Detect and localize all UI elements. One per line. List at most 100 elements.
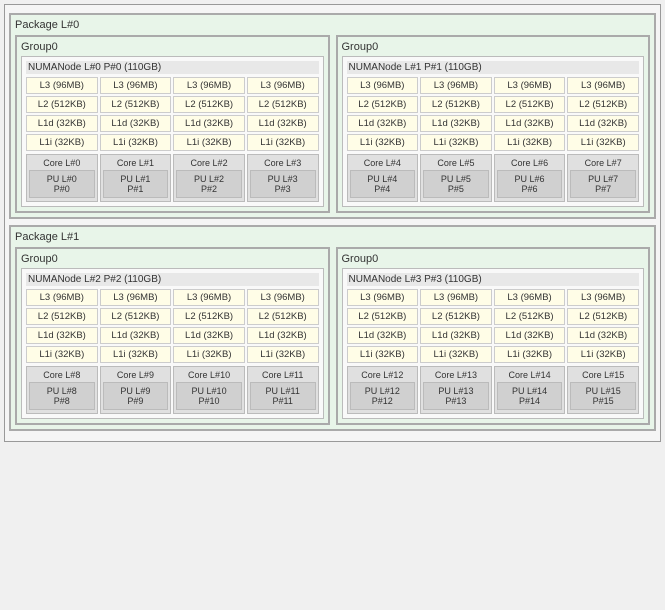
cache-cell-0-1-0-0: L3 (96MB)	[347, 77, 419, 94]
group-0-0: Group0 NUMANode L#0 P#0 (110GB)L3 (96MB)L…	[15, 35, 330, 213]
cache-cell-0-1-0-1: L3 (96MB)	[420, 77, 492, 94]
cache-cell-1-1-2-3: L1d (32KB)	[567, 327, 639, 344]
cache-cell-1-1-1-0: L2 (512KB)	[347, 308, 419, 325]
numa-title-1-0: NUMANode L#2 P#2 (110GB)	[26, 273, 319, 286]
pu-cell-0-0-1: PU L#1 P#1	[103, 170, 169, 198]
cache-cell-1-0-0-1: L3 (96MB)	[100, 289, 172, 306]
pu-cell-0-0-0: PU L#0 P#0	[29, 170, 95, 198]
group-title-0-0: Group0	[21, 41, 324, 53]
cache-cell-0-0-1-2: L2 (512KB)	[173, 96, 245, 113]
numa-node-1-1: NUMANode L#3 P#3 (110GB) L3 (96MB) L3 (96M…	[342, 268, 645, 419]
cache-cell-0-1-1-1: L2 (512KB)	[420, 96, 492, 113]
pu-cell-1-0-2: PU L#10 P#10	[176, 382, 242, 410]
cache-row-1-0-2: L1d (32KB)L1d (32KB)L1d (32KB)L1d (32KB)	[26, 327, 319, 344]
cache-cell-1-0-2-1: L1d (32KB)	[100, 327, 172, 344]
core-block-0-0-2: Core L#2PU L#2 P#2	[173, 154, 245, 202]
pu-cell-0-1-1: PU L#5 P#5	[423, 170, 489, 198]
numa-title-0-1: NUMANode L#1 P#1 (110GB)	[347, 61, 640, 74]
cache-cell-1-0-0-3: L3 (96MB)	[247, 289, 319, 306]
cache-cell-0-0-0-0: L3 (96MB)	[26, 77, 98, 94]
cache-cell-0-0-2-0: L1d (32KB)	[26, 115, 98, 132]
cache-cell-0-1-3-0: L1i (32KB)	[347, 134, 419, 151]
cache-cell-0-1-1-2: L2 (512KB)	[494, 96, 566, 113]
cache-cell-1-0-3-3: L1i (32KB)	[247, 346, 319, 363]
core-block-1-0-3: Core L#11 PU L#11 P#11	[247, 366, 319, 414]
core-block-0-0-3: Core L#3 PU L#3 P#3	[247, 154, 319, 202]
pu-cell-1-1-0: PU L#12 P#12	[350, 382, 416, 410]
cache-cell-1-0-1-1: L2 (512KB)	[100, 308, 172, 325]
cache-row-1-0-1: L2 (512KB)L2 (512KB)L2 (512KB)L2 (512KB)	[26, 308, 319, 325]
cache-cell-0-1-3-3: L1i (32KB)	[567, 134, 639, 151]
group-1-1: Group0NUMANode L#3 P#3 (110GB)L3 (96MB)L…	[336, 247, 651, 425]
pu-cell-0-1-0: PU L#4 P#4	[350, 170, 416, 198]
cache-cell-1-1-3-0: L1i (32KB)	[347, 346, 419, 363]
core-block-1-0-2: Core L#10PU L#10 P#10	[173, 366, 245, 414]
core-title-0-0-3: Core L#3	[250, 158, 316, 168]
cache-cell-1-1-1-2: L2 (512KB)	[494, 308, 566, 325]
group-1-0: Group0NUMANode L#2 P#2 (110GB)L3 (96MB)L…	[15, 247, 330, 425]
group-0-1: Group0NUMANode L#1 P#1 (110GB)L3 (96MB)L…	[336, 35, 651, 213]
groups-row-0: Group0 NUMANode L#0 P#0 (110GB)L3 (96MB)L…	[15, 35, 650, 213]
cache-cell-1-1-3-1: L1i (32KB)	[420, 346, 492, 363]
core-title-1-0-1: Core L#9	[103, 370, 169, 380]
cache-cell-0-1-2-3: L1d (32KB)	[567, 115, 639, 132]
group-title-0-1: Group0	[342, 41, 645, 53]
cores-row-0-1: Core L#4PU L#4 P#4Core L#5PU L#5 P#5Core…	[347, 154, 640, 202]
core-block-0-0-1: Core L#1 PU L#1 P#1	[100, 154, 172, 202]
cache-cell-1-0-1-0: L2 (512KB)	[26, 308, 98, 325]
core-block-1-0-1: Core L#9 PU L#9 P#9	[100, 366, 172, 414]
core-title-1-1-0: Core L#12	[350, 370, 416, 380]
pu-cell-1-0-3: PU L#11 P#11	[250, 382, 316, 410]
cache-cell-1-0-0-0: L3 (96MB)	[26, 289, 98, 306]
numa-node-1-0: NUMANode L#2 P#2 (110GB)L3 (96MB)L3 (96M…	[21, 268, 324, 419]
core-title-0-1-0: Core L#4	[350, 158, 416, 168]
core-block-0-0-0: Core L#0PU L#0 P#0	[26, 154, 98, 202]
cache-cell-1-0-3-1: L1i (32KB)	[100, 346, 172, 363]
cache-cell-1-0-3-0: L1i (32KB)	[26, 346, 98, 363]
cores-row-1-1: Core L#12PU L#12 P#12Core L#13PU L#13 P#…	[347, 366, 640, 414]
cache-row-0-0-0: L3 (96MB)L3 (96MB)L3 (96MB)L3 (96MB)	[26, 77, 319, 94]
numa-node-0-0: NUMANode L#0 P#0 (110GB)L3 (96MB)L3 (96M…	[21, 56, 324, 207]
core-block-0-1-2: Core L#6PU L#6 P#6	[494, 154, 566, 202]
core-block-1-0-0: Core L#8 PU L#8 P#8	[26, 366, 98, 414]
cache-cell-1-1-0-2: L3 (96MB)	[494, 289, 566, 306]
core-block-0-1-1: Core L#5PU L#5 P#5	[420, 154, 492, 202]
cache-cell-0-0-2-1: L1d (32KB)	[100, 115, 172, 132]
cache-cell-0-1-1-0: L2 (512KB)	[347, 96, 419, 113]
cache-row-1-0-0: L3 (96MB)L3 (96MB)L3 (96MB)L3 (96MB)	[26, 289, 319, 306]
pu-cell-1-0-0: PU L#8 P#8	[29, 382, 95, 410]
core-title-1-0-3: Core L#11	[250, 370, 316, 380]
core-title-1-1-1: Core L#13	[423, 370, 489, 380]
cache-cell-1-1-2-0: L1d (32KB)	[347, 327, 419, 344]
core-block-0-1-0: Core L#4 PU L#4 P#4	[347, 154, 419, 202]
core-title-1-1-2: Core L#14	[497, 370, 563, 380]
cache-row-0-0-1: L2 (512KB)L2 (512KB)L2 (512KB)L2 (512KB)	[26, 96, 319, 113]
cache-cell-1-1-0-0: L3 (96MB)	[347, 289, 419, 306]
cache-row-0-1-1: L2 (512KB)L2 (512KB)L2 (512KB)L2 (512KB)	[347, 96, 640, 113]
cache-cell-0-1-2-0: L1d (32KB)	[347, 115, 419, 132]
cache-cell-0-0-1-1: L2 (512KB)	[100, 96, 172, 113]
cache-cell-0-0-1-3: L2 (512KB)	[247, 96, 319, 113]
cache-row-0-1-3: L1i (32KB)L1i (32KB)L1i (32KB)L1i (32KB)	[347, 134, 640, 151]
numa-title-1-1: NUMANode L#3 P#3 (110GB)	[347, 273, 640, 286]
cache-cell-1-1-3-2: L1i (32KB)	[494, 346, 566, 363]
pu-cell-1-0-1: PU L#9 P#9	[103, 382, 169, 410]
cache-cell-1-1-3-3: L1i (32KB)	[567, 346, 639, 363]
cache-cell-1-0-0-2: L3 (96MB)	[173, 289, 245, 306]
core-title-0-0-1: Core L#1	[103, 158, 169, 168]
cache-cell-0-1-2-2: L1d (32KB)	[494, 115, 566, 132]
cache-cell-0-0-2-2: L1d (32KB)	[173, 115, 245, 132]
core-title-1-0-0: Core L#8	[29, 370, 95, 380]
cache-cell-0-0-2-3: L1d (32KB)	[247, 115, 319, 132]
cache-cell-1-1-2-1: L1d (32KB)	[420, 327, 492, 344]
core-block-0-1-3: Core L#7PU L#7 P#7	[567, 154, 639, 202]
core-title-1-1-3: Core L#15	[570, 370, 636, 380]
cache-cell-0-0-0-2: L3 (96MB)	[173, 77, 245, 94]
cache-row-0-1-0: L3 (96MB)L3 (96MB)L3 (96MB)L3 (96MB)	[347, 77, 640, 94]
pu-cell-0-0-3: PU L#3 P#3	[250, 170, 316, 198]
cache-cell-1-0-2-0: L1d (32KB)	[26, 327, 98, 344]
cache-cell-1-1-1-3: L2 (512KB)	[567, 308, 639, 325]
cache-row-0-1-2: L1d (32KB)L1d (32KB)L1d (32KB)L1d (32KB)	[347, 115, 640, 132]
cache-cell-0-1-2-1: L1d (32KB)	[420, 115, 492, 132]
cache-cell-0-0-1-0: L2 (512KB)	[26, 96, 98, 113]
